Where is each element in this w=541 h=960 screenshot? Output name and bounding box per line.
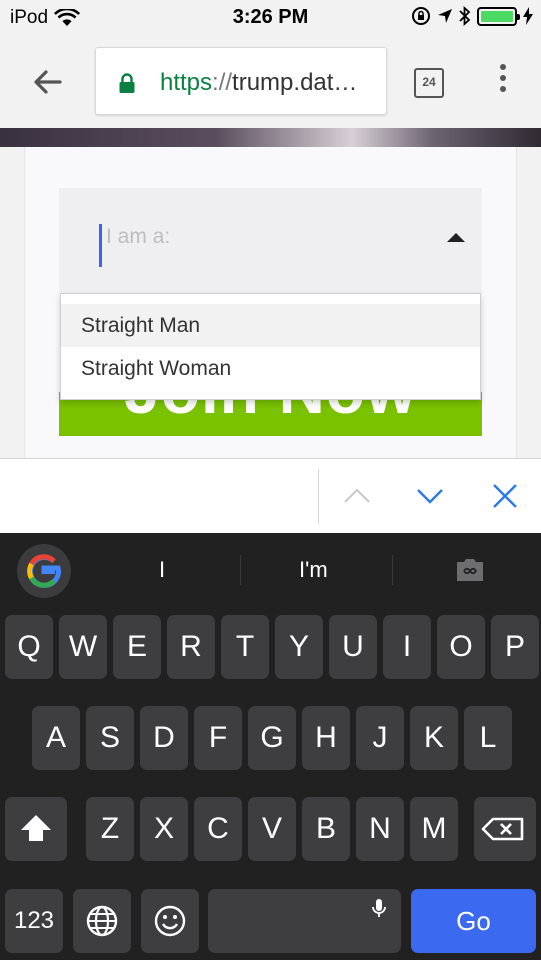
backspace-key[interactable] xyxy=(474,797,536,861)
url-separator: :// xyxy=(212,69,233,96)
key-j[interactable]: J xyxy=(356,706,404,770)
option-straight-woman[interactable]: Straight Woman xyxy=(61,347,480,390)
text-caret xyxy=(99,224,102,267)
back-arrow-icon[interactable] xyxy=(28,62,68,102)
key-l[interactable]: L xyxy=(464,706,512,770)
address-bar[interactable]: https://trump.dat… xyxy=(95,47,387,115)
key-b[interactable]: B xyxy=(302,797,350,861)
bluetooth-icon xyxy=(459,6,471,26)
key-m[interactable]: M xyxy=(410,797,458,861)
suggestion-1[interactable]: I xyxy=(159,557,165,583)
key-d[interactable]: D xyxy=(140,706,188,770)
key-f[interactable]: F xyxy=(194,706,242,770)
google-icon[interactable] xyxy=(17,544,71,598)
shift-key[interactable] xyxy=(5,797,67,861)
battery-level xyxy=(481,10,513,22)
key-p[interactable]: P xyxy=(491,615,539,679)
key-t[interactable]: T xyxy=(221,615,269,679)
key-q[interactable]: Q xyxy=(5,615,53,679)
suggestion-2[interactable]: I'm xyxy=(299,557,328,583)
browser-toolbar: https://trump.dat… 24 xyxy=(0,36,541,128)
suggestion-divider xyxy=(392,555,393,585)
key-s[interactable]: S xyxy=(86,706,134,770)
emoji-icon[interactable] xyxy=(141,889,199,953)
status-indicators xyxy=(411,6,533,26)
gif-camera-icon[interactable] xyxy=(453,553,487,587)
select-placeholder: I am a: xyxy=(106,225,171,248)
overflow-menu-icon[interactable] xyxy=(496,64,510,98)
key-a[interactable]: A xyxy=(32,706,80,770)
dropdown-arrow-icon[interactable] xyxy=(447,233,465,242)
keyboard: I I'm Q W E R T Y U I O P A S D F G H J … xyxy=(0,533,541,960)
option-straight-man[interactable]: Straight Man xyxy=(61,304,480,347)
key-o[interactable]: O xyxy=(437,615,485,679)
key-h[interactable]: H xyxy=(302,706,350,770)
dropdown-menu: Straight Man Straight Woman xyxy=(60,293,481,400)
charging-icon xyxy=(523,7,533,25)
key-r[interactable]: R xyxy=(167,615,215,679)
close-icon[interactable] xyxy=(490,481,520,511)
key-e[interactable]: E xyxy=(113,615,161,679)
battery-icon xyxy=(477,6,520,26)
key-z[interactable]: Z xyxy=(86,797,134,861)
url-host: trump.dat… xyxy=(232,69,358,96)
key-y[interactable]: Y xyxy=(275,615,323,679)
key-u[interactable]: U xyxy=(329,615,377,679)
location-icon xyxy=(438,9,452,23)
status-bar: iPod 3:26 PM xyxy=(0,0,541,36)
key-x[interactable]: X xyxy=(140,797,188,861)
hero-image xyxy=(0,128,541,147)
key-k[interactable]: K xyxy=(410,706,458,770)
key-g[interactable]: G xyxy=(248,706,296,770)
url-scheme: https xyxy=(160,69,213,96)
accessory-divider xyxy=(318,469,319,524)
numbers-key[interactable]: 123 xyxy=(5,889,63,953)
microphone-icon[interactable] xyxy=(371,897,387,921)
tab-switcher-button[interactable]: 24 xyxy=(414,68,444,98)
next-field-icon[interactable] xyxy=(415,481,445,511)
key-w[interactable]: W xyxy=(59,615,107,679)
form-accessory-bar xyxy=(0,458,541,533)
url-text: https://trump.dat… xyxy=(160,69,382,97)
key-i[interactable]: I xyxy=(383,615,431,679)
orientation-lock-icon xyxy=(412,7,430,25)
suggestion-divider xyxy=(240,555,241,585)
key-n[interactable]: N xyxy=(356,797,404,861)
previous-field-icon[interactable] xyxy=(342,481,372,511)
lock-icon xyxy=(119,73,135,93)
globe-icon[interactable] xyxy=(73,889,131,953)
go-button[interactable]: Go xyxy=(411,889,536,953)
key-c[interactable]: C xyxy=(194,797,242,861)
key-v[interactable]: V xyxy=(248,797,296,861)
space-bar[interactable] xyxy=(208,889,401,953)
